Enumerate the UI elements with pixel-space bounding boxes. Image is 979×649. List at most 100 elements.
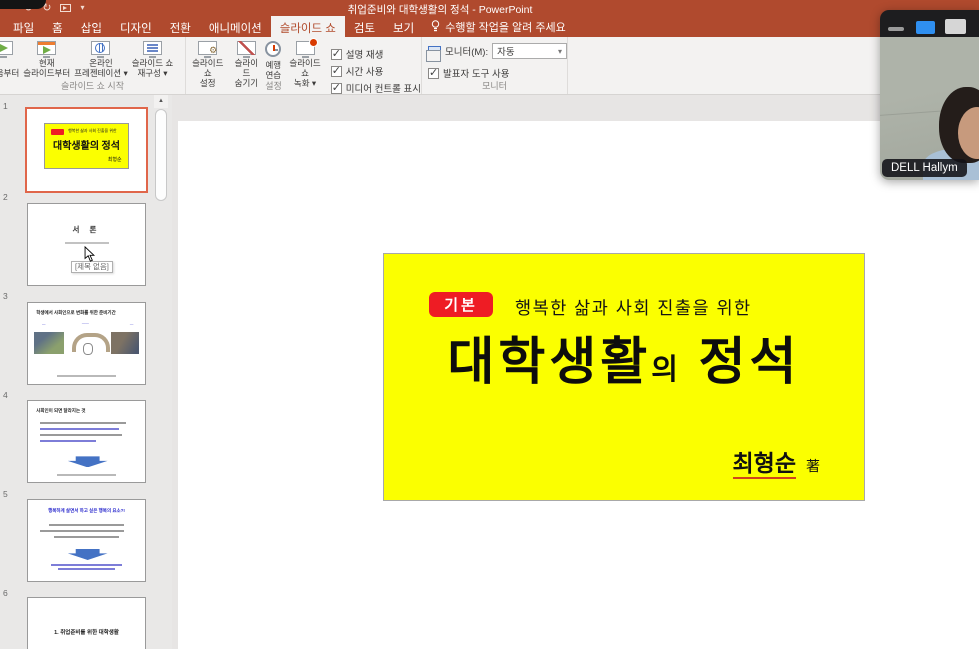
thumb-text-line [40, 428, 120, 430]
slide-thumbnail-panel: 1 2 3 4 5 6 행복한 삶과 사회 진출을 위한 대학생활의 정석 최형… [0, 95, 172, 649]
monitor-field-label: 모니터(M): [445, 44, 488, 58]
window-title: 취업준비와 대학생활의 정석 - PowerPoint [0, 2, 880, 17]
slide-surface[interactable]: 기본 행복한 삶과 사회 진출을 위한 대학생활의 정석 최형순著 [178, 121, 979, 649]
mini-subtitle: 행복한 삶과 사회 진출을 위한 [68, 128, 117, 134]
slide-editing-canvas: 기본 행복한 삶과 사회 진출을 위한 대학생활의 정석 최형순著 [172, 95, 979, 649]
tab-home[interactable]: 홈 [43, 16, 72, 37]
slide-list-icon [143, 41, 162, 55]
webcam-overlay-window[interactable]: DELL Hallym [880, 10, 979, 180]
ribbon-slideshow: 처음부터 현재 슬라이드부터 온라인 프레젠테이션 ▾ 슬라이드 쇼 재구성 ▾… [0, 37, 979, 95]
titlebar: ↺ ↻ ▾ 취업준비와 대학생활의 정석 - PowerPoint [0, 0, 979, 16]
webcam-titlebar[interactable] [880, 10, 979, 37]
tab-slideshow[interactable]: 슬라이드 쇼 [271, 16, 345, 37]
monitor-play-icon [0, 41, 13, 55]
mini-title-banner: 행복한 삶과 사회 진출을 위한 대학생활의 정석 최형순 [44, 123, 130, 169]
mini-author: 최형순 [108, 156, 122, 163]
ribbon-tabs: 파일 홈 삽입 디자인 전환 애니메이션 슬라이드 쇼 검토 보기 수행할 작업… [0, 16, 979, 37]
from-current-slide-button[interactable]: 현재 슬라이드부터 [21, 41, 72, 78]
checkbox-icon: ✓ [428, 68, 439, 79]
powerpoint-window: ↺ ↻ ▾ 취업준비와 대학생활의 정석 - PowerPoint 파일 홈 삽… [0, 0, 979, 649]
chevron-down-icon: ▾ [558, 47, 562, 56]
thumb6-title: 1. 취업준비를 위한 대학생활 [28, 628, 145, 636]
thumbnail-slide-2[interactable]: 서 론 [제목 없음] [27, 203, 146, 286]
author-suffix: 著 [806, 458, 820, 474]
tab-review[interactable]: 검토 [345, 16, 384, 37]
thumb-text-line [58, 568, 114, 570]
present-online-button[interactable]: 온라인 프레젠테이션 ▾ [72, 41, 130, 78]
slide-number: 6 [3, 588, 8, 598]
use-presenter-view-checkbox[interactable]: ✓ 발표자 도구 사용 [428, 66, 567, 80]
thumbnail-slide-1[interactable]: 행복한 삶과 사회 진출을 위한 대학생활의 정석 최형순 [25, 107, 148, 193]
thumbnail-slide-5[interactable]: 행복하게 살면서 하고 싶은 행복의 요소?! [27, 499, 146, 582]
thumb5-body-lines [40, 524, 134, 542]
thumb-caption-line [57, 375, 116, 377]
thumb-text-line [40, 440, 96, 442]
tab-design[interactable]: 디자인 [111, 16, 161, 37]
custom-slideshow-button[interactable]: 슬라이드 쇼 재구성 ▾ [130, 41, 175, 78]
photo-placeholder [34, 332, 64, 354]
tab-animations[interactable]: 애니메이션 [200, 16, 271, 37]
rehearse-timings-button[interactable]: 예행 연습 [263, 41, 283, 80]
tab-view[interactable]: 보기 [384, 16, 423, 37]
slide-number: 4 [3, 390, 8, 400]
thumb2-title: 서 론 [28, 224, 145, 235]
thumb-text-line [54, 536, 120, 538]
group-setup: ⚙ 슬라이드 쇼 설정 슬라이드 숨기기 예행 연습 슬라이드 쇼 녹화 ▾ [186, 37, 422, 94]
online-globe-icon [91, 41, 110, 55]
author-name: 최형순 [733, 450, 796, 479]
slide-number: 2 [3, 192, 8, 202]
thumbnail-tooltip: [제목 없음] [71, 261, 113, 273]
monitor-icon [428, 46, 441, 56]
title-banner-shape[interactable]: 기본 행복한 삶과 사회 진출을 위한 대학생활의 정석 최형순著 [383, 253, 865, 501]
scrollbar-up-icon[interactable]: ▲ [154, 95, 168, 108]
thumb5-title: 행복하게 살면서 하고 싶은 행복의 요소?! [28, 508, 145, 514]
from-beginning-button[interactable]: 처음부터 [0, 41, 21, 78]
scrollbar-thumb[interactable] [155, 109, 167, 201]
tab-file[interactable]: 파일 [4, 16, 43, 37]
minimize-icon[interactable] [888, 27, 904, 31]
group-label-setup: 설정 [126, 79, 421, 92]
thumb-blue-label: —— [82, 321, 89, 325]
thumbnail-slide-4[interactable]: 사회인이 되면 달라지는 것 [27, 400, 146, 483]
maximize-icon[interactable] [945, 19, 966, 34]
thumb3-title: 학생에서 사회인으로 변화를 위한 준비기간 [36, 310, 116, 316]
group-label-monitors: 모니터 [422, 79, 567, 92]
thumb4-title: 사회인이 되면 달라지는 것 [36, 408, 85, 414]
hide-slide-icon [237, 41, 256, 55]
thumb4-body-lines [40, 422, 134, 446]
clock-icon [265, 41, 281, 57]
thumbnail-slide-3[interactable]: 학생에서 사회인으로 변화를 위한 준비기간 — —— — [27, 302, 146, 385]
use-timings-checkbox[interactable]: ✓ 시간 사용 [331, 64, 421, 78]
thumb-blue-label: — [130, 322, 134, 326]
thumb-blue-label: — [42, 322, 46, 326]
group-monitors: 모니터(M): 자동 ▾ ✓ 발표자 도구 사용 모니터 [422, 37, 568, 94]
thumb-text-line [40, 434, 122, 436]
thumb-text-line [51, 564, 121, 566]
lightbulb-icon [431, 20, 440, 33]
monitor-select-value: 자동 [497, 44, 514, 58]
thumbnail-slide-6[interactable]: 1. 취업준비를 위한 대학생활 [27, 597, 146, 649]
tab-insert[interactable]: 삽입 [72, 16, 111, 37]
thumb-text-line [40, 530, 124, 532]
tab-transitions[interactable]: 전환 [161, 16, 200, 37]
checkbox-icon: ✓ [331, 49, 342, 60]
play-narrations-checkbox[interactable]: ✓ 설명 재생 [331, 47, 421, 61]
thumbnail-scrollbar[interactable]: ▲ [154, 95, 168, 649]
blue-arrow-shape [68, 456, 108, 467]
setup-gear-icon: ⚙ [198, 41, 217, 55]
photo-placeholder [111, 332, 139, 354]
tell-me-box[interactable]: 수행할 작업을 알려 주세요 [423, 16, 574, 37]
blue-arrow-shape [68, 549, 108, 560]
author-line: 최형순 著 [733, 444, 820, 478]
checkbox-icon: ✓ [331, 66, 342, 77]
webcam-video-feed: DELL Hallym [880, 37, 979, 180]
monitor-select[interactable]: 자동 ▾ [492, 43, 567, 59]
mini-title: 대학생활의 정석 [45, 137, 129, 152]
mini-badge [51, 129, 64, 135]
thumb-text-line [65, 242, 109, 244]
tell-me-label: 수행할 작업을 알려 주세요 [445, 19, 566, 35]
slide-number: 3 [3, 291, 8, 301]
slide-number: 5 [3, 489, 8, 499]
webcam-blue-button[interactable] [916, 21, 935, 34]
participant-name-badge: DELL Hallym [882, 159, 967, 177]
